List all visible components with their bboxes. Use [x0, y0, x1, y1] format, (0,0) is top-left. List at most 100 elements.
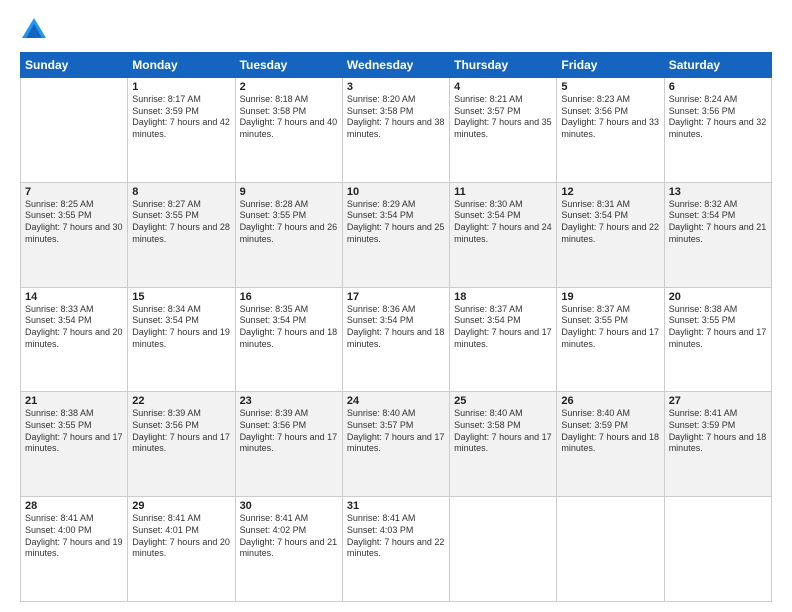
day-info: Sunrise: 8:39 AMSunset: 3:56 PMDaylight:…: [132, 408, 230, 453]
calendar-cell: 6 Sunrise: 8:24 AMSunset: 3:56 PMDayligh…: [664, 78, 771, 183]
day-number: 20: [669, 291, 767, 303]
calendar-cell: 14 Sunrise: 8:33 AMSunset: 3:54 PMDaylig…: [21, 287, 128, 392]
calendar-cell: 31 Sunrise: 8:41 AMSunset: 4:03 PMDaylig…: [342, 497, 449, 602]
day-info: Sunrise: 8:36 AMSunset: 3:54 PMDaylight:…: [347, 304, 445, 349]
calendar-cell: [21, 78, 128, 183]
day-number: 26: [561, 395, 659, 407]
day-info: Sunrise: 8:28 AMSunset: 3:55 PMDaylight:…: [240, 199, 338, 244]
day-info: Sunrise: 8:33 AMSunset: 3:54 PMDaylight:…: [25, 304, 123, 349]
day-number: 12: [561, 186, 659, 198]
day-info: Sunrise: 8:41 AMSunset: 4:01 PMDaylight:…: [132, 513, 230, 558]
calendar-cell: 21 Sunrise: 8:38 AMSunset: 3:55 PMDaylig…: [21, 392, 128, 497]
day-number: 30: [240, 500, 338, 512]
calendar-cell: 18 Sunrise: 8:37 AMSunset: 3:54 PMDaylig…: [450, 287, 557, 392]
logo: [20, 16, 52, 44]
day-info: Sunrise: 8:32 AMSunset: 3:54 PMDaylight:…: [669, 199, 767, 244]
day-info: Sunrise: 8:37 AMSunset: 3:55 PMDaylight:…: [561, 304, 659, 349]
weekday-header-saturday: Saturday: [664, 53, 771, 78]
day-number: 22: [132, 395, 230, 407]
calendar-cell: [664, 497, 771, 602]
day-number: 2: [240, 81, 338, 93]
calendar-cell: 24 Sunrise: 8:40 AMSunset: 3:57 PMDaylig…: [342, 392, 449, 497]
day-number: 11: [454, 186, 552, 198]
day-number: 15: [132, 291, 230, 303]
logo-icon: [20, 16, 48, 44]
calendar-cell: 9 Sunrise: 8:28 AMSunset: 3:55 PMDayligh…: [235, 182, 342, 287]
calendar-cell: 25 Sunrise: 8:40 AMSunset: 3:58 PMDaylig…: [450, 392, 557, 497]
calendar-cell: 30 Sunrise: 8:41 AMSunset: 4:02 PMDaylig…: [235, 497, 342, 602]
day-number: 18: [454, 291, 552, 303]
day-number: 13: [669, 186, 767, 198]
day-number: 23: [240, 395, 338, 407]
day-number: 25: [454, 395, 552, 407]
calendar-cell: 2 Sunrise: 8:18 AMSunset: 3:58 PMDayligh…: [235, 78, 342, 183]
day-number: 6: [669, 81, 767, 93]
day-number: 17: [347, 291, 445, 303]
week-row-3: 14 Sunrise: 8:33 AMSunset: 3:54 PMDaylig…: [21, 287, 772, 392]
weekday-header-sunday: Sunday: [21, 53, 128, 78]
calendar-cell: 13 Sunrise: 8:32 AMSunset: 3:54 PMDaylig…: [664, 182, 771, 287]
day-number: 31: [347, 500, 445, 512]
calendar-cell: 28 Sunrise: 8:41 AMSunset: 4:00 PMDaylig…: [21, 497, 128, 602]
day-info: Sunrise: 8:18 AMSunset: 3:58 PMDaylight:…: [240, 94, 338, 139]
day-number: 5: [561, 81, 659, 93]
calendar-cell: 15 Sunrise: 8:34 AMSunset: 3:54 PMDaylig…: [128, 287, 235, 392]
day-number: 16: [240, 291, 338, 303]
day-info: Sunrise: 8:24 AMSunset: 3:56 PMDaylight:…: [669, 94, 767, 139]
day-info: Sunrise: 8:27 AMSunset: 3:55 PMDaylight:…: [132, 199, 230, 244]
weekday-header-friday: Friday: [557, 53, 664, 78]
calendar-cell: 29 Sunrise: 8:41 AMSunset: 4:01 PMDaylig…: [128, 497, 235, 602]
calendar-cell: 8 Sunrise: 8:27 AMSunset: 3:55 PMDayligh…: [128, 182, 235, 287]
calendar-cell: 11 Sunrise: 8:30 AMSunset: 3:54 PMDaylig…: [450, 182, 557, 287]
calendar-cell: 1 Sunrise: 8:17 AMSunset: 3:59 PMDayligh…: [128, 78, 235, 183]
calendar-cell: 4 Sunrise: 8:21 AMSunset: 3:57 PMDayligh…: [450, 78, 557, 183]
day-info: Sunrise: 8:40 AMSunset: 3:59 PMDaylight:…: [561, 408, 659, 453]
calendar-cell: 5 Sunrise: 8:23 AMSunset: 3:56 PMDayligh…: [557, 78, 664, 183]
calendar-cell: 10 Sunrise: 8:29 AMSunset: 3:54 PMDaylig…: [342, 182, 449, 287]
calendar-cell: 19 Sunrise: 8:37 AMSunset: 3:55 PMDaylig…: [557, 287, 664, 392]
weekday-header-thursday: Thursday: [450, 53, 557, 78]
day-number: 4: [454, 81, 552, 93]
day-info: Sunrise: 8:31 AMSunset: 3:54 PMDaylight:…: [561, 199, 659, 244]
header: [20, 16, 772, 44]
week-row-1: 1 Sunrise: 8:17 AMSunset: 3:59 PMDayligh…: [21, 78, 772, 183]
day-info: Sunrise: 8:25 AMSunset: 3:55 PMDaylight:…: [25, 199, 123, 244]
week-row-4: 21 Sunrise: 8:38 AMSunset: 3:55 PMDaylig…: [21, 392, 772, 497]
calendar-table: SundayMondayTuesdayWednesdayThursdayFrid…: [20, 52, 772, 602]
day-number: 8: [132, 186, 230, 198]
day-number: 14: [25, 291, 123, 303]
day-info: Sunrise: 8:17 AMSunset: 3:59 PMDaylight:…: [132, 94, 230, 139]
calendar-cell: 16 Sunrise: 8:35 AMSunset: 3:54 PMDaylig…: [235, 287, 342, 392]
day-info: Sunrise: 8:30 AMSunset: 3:54 PMDaylight:…: [454, 199, 552, 244]
weekday-header-wednesday: Wednesday: [342, 53, 449, 78]
day-number: 19: [561, 291, 659, 303]
day-number: 10: [347, 186, 445, 198]
calendar-cell: [450, 497, 557, 602]
calendar-cell: [557, 497, 664, 602]
calendar-cell: 23 Sunrise: 8:39 AMSunset: 3:56 PMDaylig…: [235, 392, 342, 497]
day-number: 9: [240, 186, 338, 198]
page: SundayMondayTuesdayWednesdayThursdayFrid…: [0, 0, 792, 612]
day-number: 27: [669, 395, 767, 407]
weekday-header-monday: Monday: [128, 53, 235, 78]
day-info: Sunrise: 8:40 AMSunset: 3:58 PMDaylight:…: [454, 408, 552, 453]
weekday-header-tuesday: Tuesday: [235, 53, 342, 78]
day-info: Sunrise: 8:21 AMSunset: 3:57 PMDaylight:…: [454, 94, 552, 139]
day-number: 7: [25, 186, 123, 198]
day-number: 3: [347, 81, 445, 93]
day-number: 21: [25, 395, 123, 407]
day-info: Sunrise: 8:39 AMSunset: 3:56 PMDaylight:…: [240, 408, 338, 453]
calendar-cell: 27 Sunrise: 8:41 AMSunset: 3:59 PMDaylig…: [664, 392, 771, 497]
day-info: Sunrise: 8:23 AMSunset: 3:56 PMDaylight:…: [561, 94, 659, 139]
calendar-cell: 26 Sunrise: 8:40 AMSunset: 3:59 PMDaylig…: [557, 392, 664, 497]
day-info: Sunrise: 8:37 AMSunset: 3:54 PMDaylight:…: [454, 304, 552, 349]
day-info: Sunrise: 8:41 AMSunset: 3:59 PMDaylight:…: [669, 408, 767, 453]
calendar-cell: 22 Sunrise: 8:39 AMSunset: 3:56 PMDaylig…: [128, 392, 235, 497]
calendar-cell: 12 Sunrise: 8:31 AMSunset: 3:54 PMDaylig…: [557, 182, 664, 287]
day-number: 24: [347, 395, 445, 407]
day-info: Sunrise: 8:41 AMSunset: 4:02 PMDaylight:…: [240, 513, 338, 558]
calendar-cell: 20 Sunrise: 8:38 AMSunset: 3:55 PMDaylig…: [664, 287, 771, 392]
day-info: Sunrise: 8:20 AMSunset: 3:58 PMDaylight:…: [347, 94, 445, 139]
day-info: Sunrise: 8:34 AMSunset: 3:54 PMDaylight:…: [132, 304, 230, 349]
day-info: Sunrise: 8:41 AMSunset: 4:03 PMDaylight:…: [347, 513, 445, 558]
